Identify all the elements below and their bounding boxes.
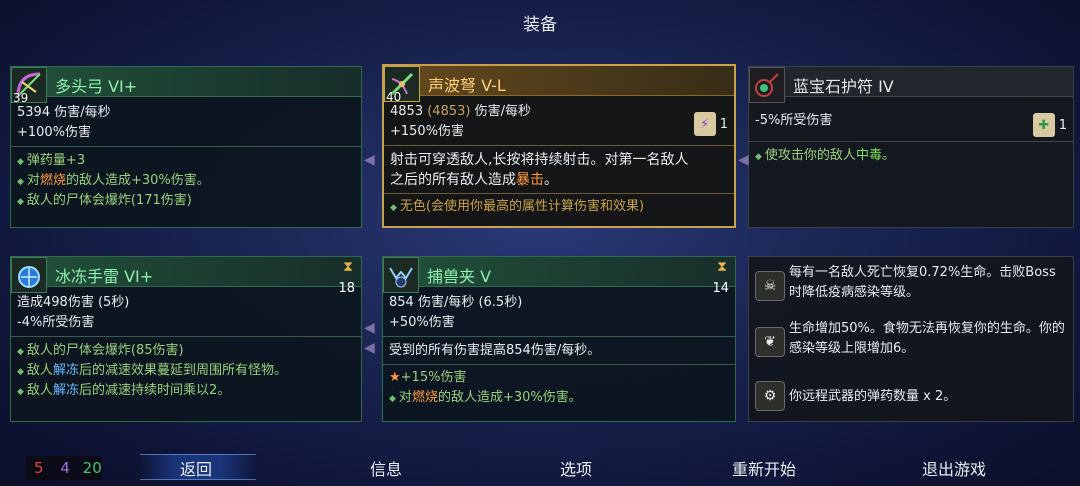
item-dps: 5394 伤害/每秒 (17, 105, 111, 120)
swap-arrow-icon[interactable]: ◀ (364, 340, 375, 356)
divider (383, 336, 735, 337)
item-bonus: +100%伤害 (17, 125, 92, 140)
hourglass-icon: ⧗ (343, 259, 353, 275)
affix-item: 敌人的尸体会爆炸(171伤害) (11, 191, 361, 211)
mutation-item[interactable]: ☠ 每有一名敌人死亡恢复0.72%生命。击败Boss时降低疫病感染等级。 (753, 263, 1071, 315)
quit-game-button[interactable]: 退出游戏 (922, 456, 986, 480)
restart-button[interactable]: 重新开始 (732, 456, 796, 480)
mutation-item[interactable]: ❦ 生命增加50%。食物无法再恢复你的生命。你的感染等级上限增加6。 (753, 319, 1071, 371)
scroll-badge: ⚡ 1 (693, 112, 728, 136)
red-scroll-count: 5 (34, 459, 44, 477)
divider (383, 364, 735, 365)
swap-arrow-icon[interactable]: ◀ (364, 320, 375, 336)
affix-item: 弹药量+3 (11, 151, 361, 171)
affix-item: 敌人解冻后的减速持续时间乘以2。 (11, 381, 361, 401)
back-button[interactable]: 返回 (180, 456, 212, 480)
bottom-nav: 5 4 20 返回 信息 选项 重新开始 退出游戏 (0, 452, 1080, 482)
item-name: 蓝宝石护符 IV (793, 77, 894, 96)
affix-item: 对燃烧的敌人造成+30%伤害。 (11, 171, 361, 191)
divider (749, 141, 1073, 142)
skill-slot-1[interactable]: 冰冻手雷 VI+ ⧗ 18 造成498伤害 (5秒) -4%所受伤害 敌人的尸体… (10, 256, 362, 422)
amulet-slot-header: 蓝宝石护符 IV (749, 67, 1073, 103)
item-dps: 4853 (4853) 伤害/每秒 (390, 104, 531, 119)
skill-slot-1-header: 冰冻手雷 VI+ ⧗ 18 (11, 257, 361, 296)
item-description: 受到的所有伤害提高854伤害/每秒。 (389, 343, 601, 358)
ammo-gear-icon: ⚙ (755, 381, 785, 411)
amulet-slot[interactable]: 蓝宝石护符 IV -5%所受伤害 ✚ 1 使攻击你的敌人中毒。 (748, 66, 1074, 228)
hourglass-icon: ⧗ (717, 259, 727, 275)
item-damage: 造成498伤害 (5秒) (17, 295, 130, 310)
swap-arrow-icon[interactable]: ◀ (364, 152, 375, 168)
affix-item: 对燃烧的敌人造成+30%伤害。 (383, 388, 735, 408)
cooldown-value: 18 (338, 281, 355, 296)
mutation-item[interactable]: ⚙ 你远程武器的弹药数量 x 2。 (753, 381, 1071, 417)
ice-grenade-icon (11, 257, 47, 293)
scroll-badge: ✚ 1 (1032, 113, 1067, 137)
amulet-icon (749, 67, 785, 103)
item-bonus: +50%伤害 (389, 315, 455, 330)
affix-item: 敌人的尸体会爆炸(85伤害) (11, 341, 361, 361)
purple-scroll-count: 4 (60, 459, 70, 477)
scroll-counter: 5 4 20 (26, 456, 102, 480)
info-button[interactable]: 信息 (370, 456, 402, 480)
affix-item: 使攻击你的敌人中毒。 (749, 146, 1073, 166)
skull-heal-icon: ☠ (755, 271, 785, 301)
weapon-slot-2-header: 40 声波弩 V-L (384, 66, 734, 104)
weapon-slot-2[interactable]: 40 声波弩 V-L 4853 (4853) 伤害/每秒 +150%伤害 ⚡ 1… (382, 64, 736, 228)
swap-arrow-icon[interactable]: ◀ (738, 152, 749, 168)
options-button[interactable]: 选项 (560, 456, 592, 480)
item-name: 多头弓 VI+ (55, 77, 138, 96)
item-name: 冰冻手雷 VI+ (55, 267, 154, 286)
skill-slot-2[interactable]: 捕兽夹 V ⧗ 14 854 伤害/每秒 (6.5秒) +50%伤害 受到的所有… (382, 256, 736, 422)
cooldown-value: 14 (712, 281, 729, 296)
divider (384, 193, 734, 194)
divider (11, 146, 361, 147)
divider (384, 145, 734, 146)
item-bonus: -4%所受伤害 (17, 315, 95, 330)
purple-scroll-icon: ⚡ (693, 112, 716, 136)
weapon-slot-1[interactable]: 39 多头弓 VI+ 5394 伤害/每秒 +100%伤害 弹药量+3 对燃烧的… (10, 66, 362, 228)
vine-heart-icon: ❦ (755, 327, 785, 357)
item-level: 39 (13, 91, 29, 105)
item-description: 射击可穿透敌人,长按将持续射击。对第一名敌人 (390, 152, 689, 168)
page-title: 装备 (523, 15, 557, 35)
affix-item: 无色(会使用你最高的属性计算伤害和效果) (384, 197, 734, 217)
item-name: 捕兽夹 V (427, 267, 492, 286)
mutations-panel: ☠ 每有一名敌人死亡恢复0.72%生命。击败Boss时降低疫病感染等级。 ❦ 生… (748, 256, 1074, 422)
weapon-slot-1-header: 39 多头弓 VI+ (11, 67, 361, 105)
affix-item: ★+15%伤害 (389, 370, 467, 385)
skill-slot-2-header: 捕兽夹 V ⧗ 14 (383, 257, 735, 296)
item-level: 40 (386, 90, 402, 104)
item-damage: 854 伤害/每秒 (6.5秒) (389, 295, 523, 310)
item-bonus: +150%伤害 (390, 124, 465, 139)
item-name: 声波弩 V-L (428, 76, 506, 95)
divider (11, 336, 361, 337)
green-scroll-count: 20 (82, 459, 102, 477)
item-bonus: -5%所受伤害 (755, 113, 833, 128)
affix-item: 敌人解冻后的减速效果蔓延到周围所有怪物。 (11, 361, 361, 381)
star-icon: ★ (389, 370, 401, 385)
green-scroll-icon: ✚ (1032, 113, 1055, 137)
item-description-2: 之后的所有敌人造成暴击。 (390, 172, 558, 188)
bear-trap-icon (383, 257, 419, 293)
